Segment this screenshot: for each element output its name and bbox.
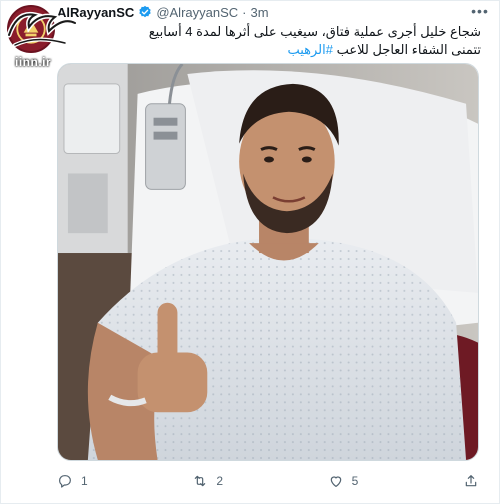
reply-button[interactable]: 1 [57, 473, 88, 489]
reply-count: 1 [81, 474, 88, 488]
retweet-icon [195, 475, 206, 487]
more-options-button[interactable]: ••• [469, 3, 491, 21]
like-count: 5 [351, 474, 359, 488]
user-handle[interactable]: @AlrayyanSC [156, 5, 238, 20]
share-button[interactable] [463, 473, 479, 489]
reply-icon [59, 475, 71, 488]
verified-badge-icon [139, 5, 151, 18]
separator-dot: · [242, 4, 247, 20]
tweet-card: iinn.ir AlRayyanSC @AlrayyanSC · 3m ••• … [0, 0, 500, 504]
more-dots-icon: ••• [471, 3, 489, 19]
avatar[interactable] [7, 5, 55, 53]
tweet-text-line-2-body: تتمنى الشفاء العاجل للاعب [336, 42, 481, 57]
share-icon [465, 475, 477, 487]
timestamp[interactable]: 3m [251, 5, 269, 20]
club-crest-icon [9, 7, 53, 51]
watermark-text: iinn.ir [15, 55, 52, 69]
tweet-text-line-2: تتمنى الشفاء العاجل للاعب #الرهيب [81, 41, 481, 59]
tweet-photo[interactable] [57, 63, 479, 461]
hashtag-link[interactable]: #الرهيب [287, 42, 333, 57]
tweet-header: AlRayyanSC @AlrayyanSC · 3m [57, 3, 469, 21]
tweet-text: شجاع خليل أجرى عملية فتاق، سيغيب على أثر… [81, 23, 481, 59]
display-name[interactable]: AlRayyanSC [57, 5, 134, 20]
retweet-button[interactable]: 2 [192, 473, 223, 489]
tweet-actions: 1 2 5 [57, 471, 479, 491]
tweet-text-line-1: شجاع خليل أجرى عملية فتاق، سيغيب على أثر… [148, 24, 481, 39]
hospital-photo [58, 64, 478, 460]
like-button[interactable]: 5 [328, 473, 359, 489]
retweet-count: 2 [216, 474, 224, 488]
heart-icon [330, 476, 341, 487]
